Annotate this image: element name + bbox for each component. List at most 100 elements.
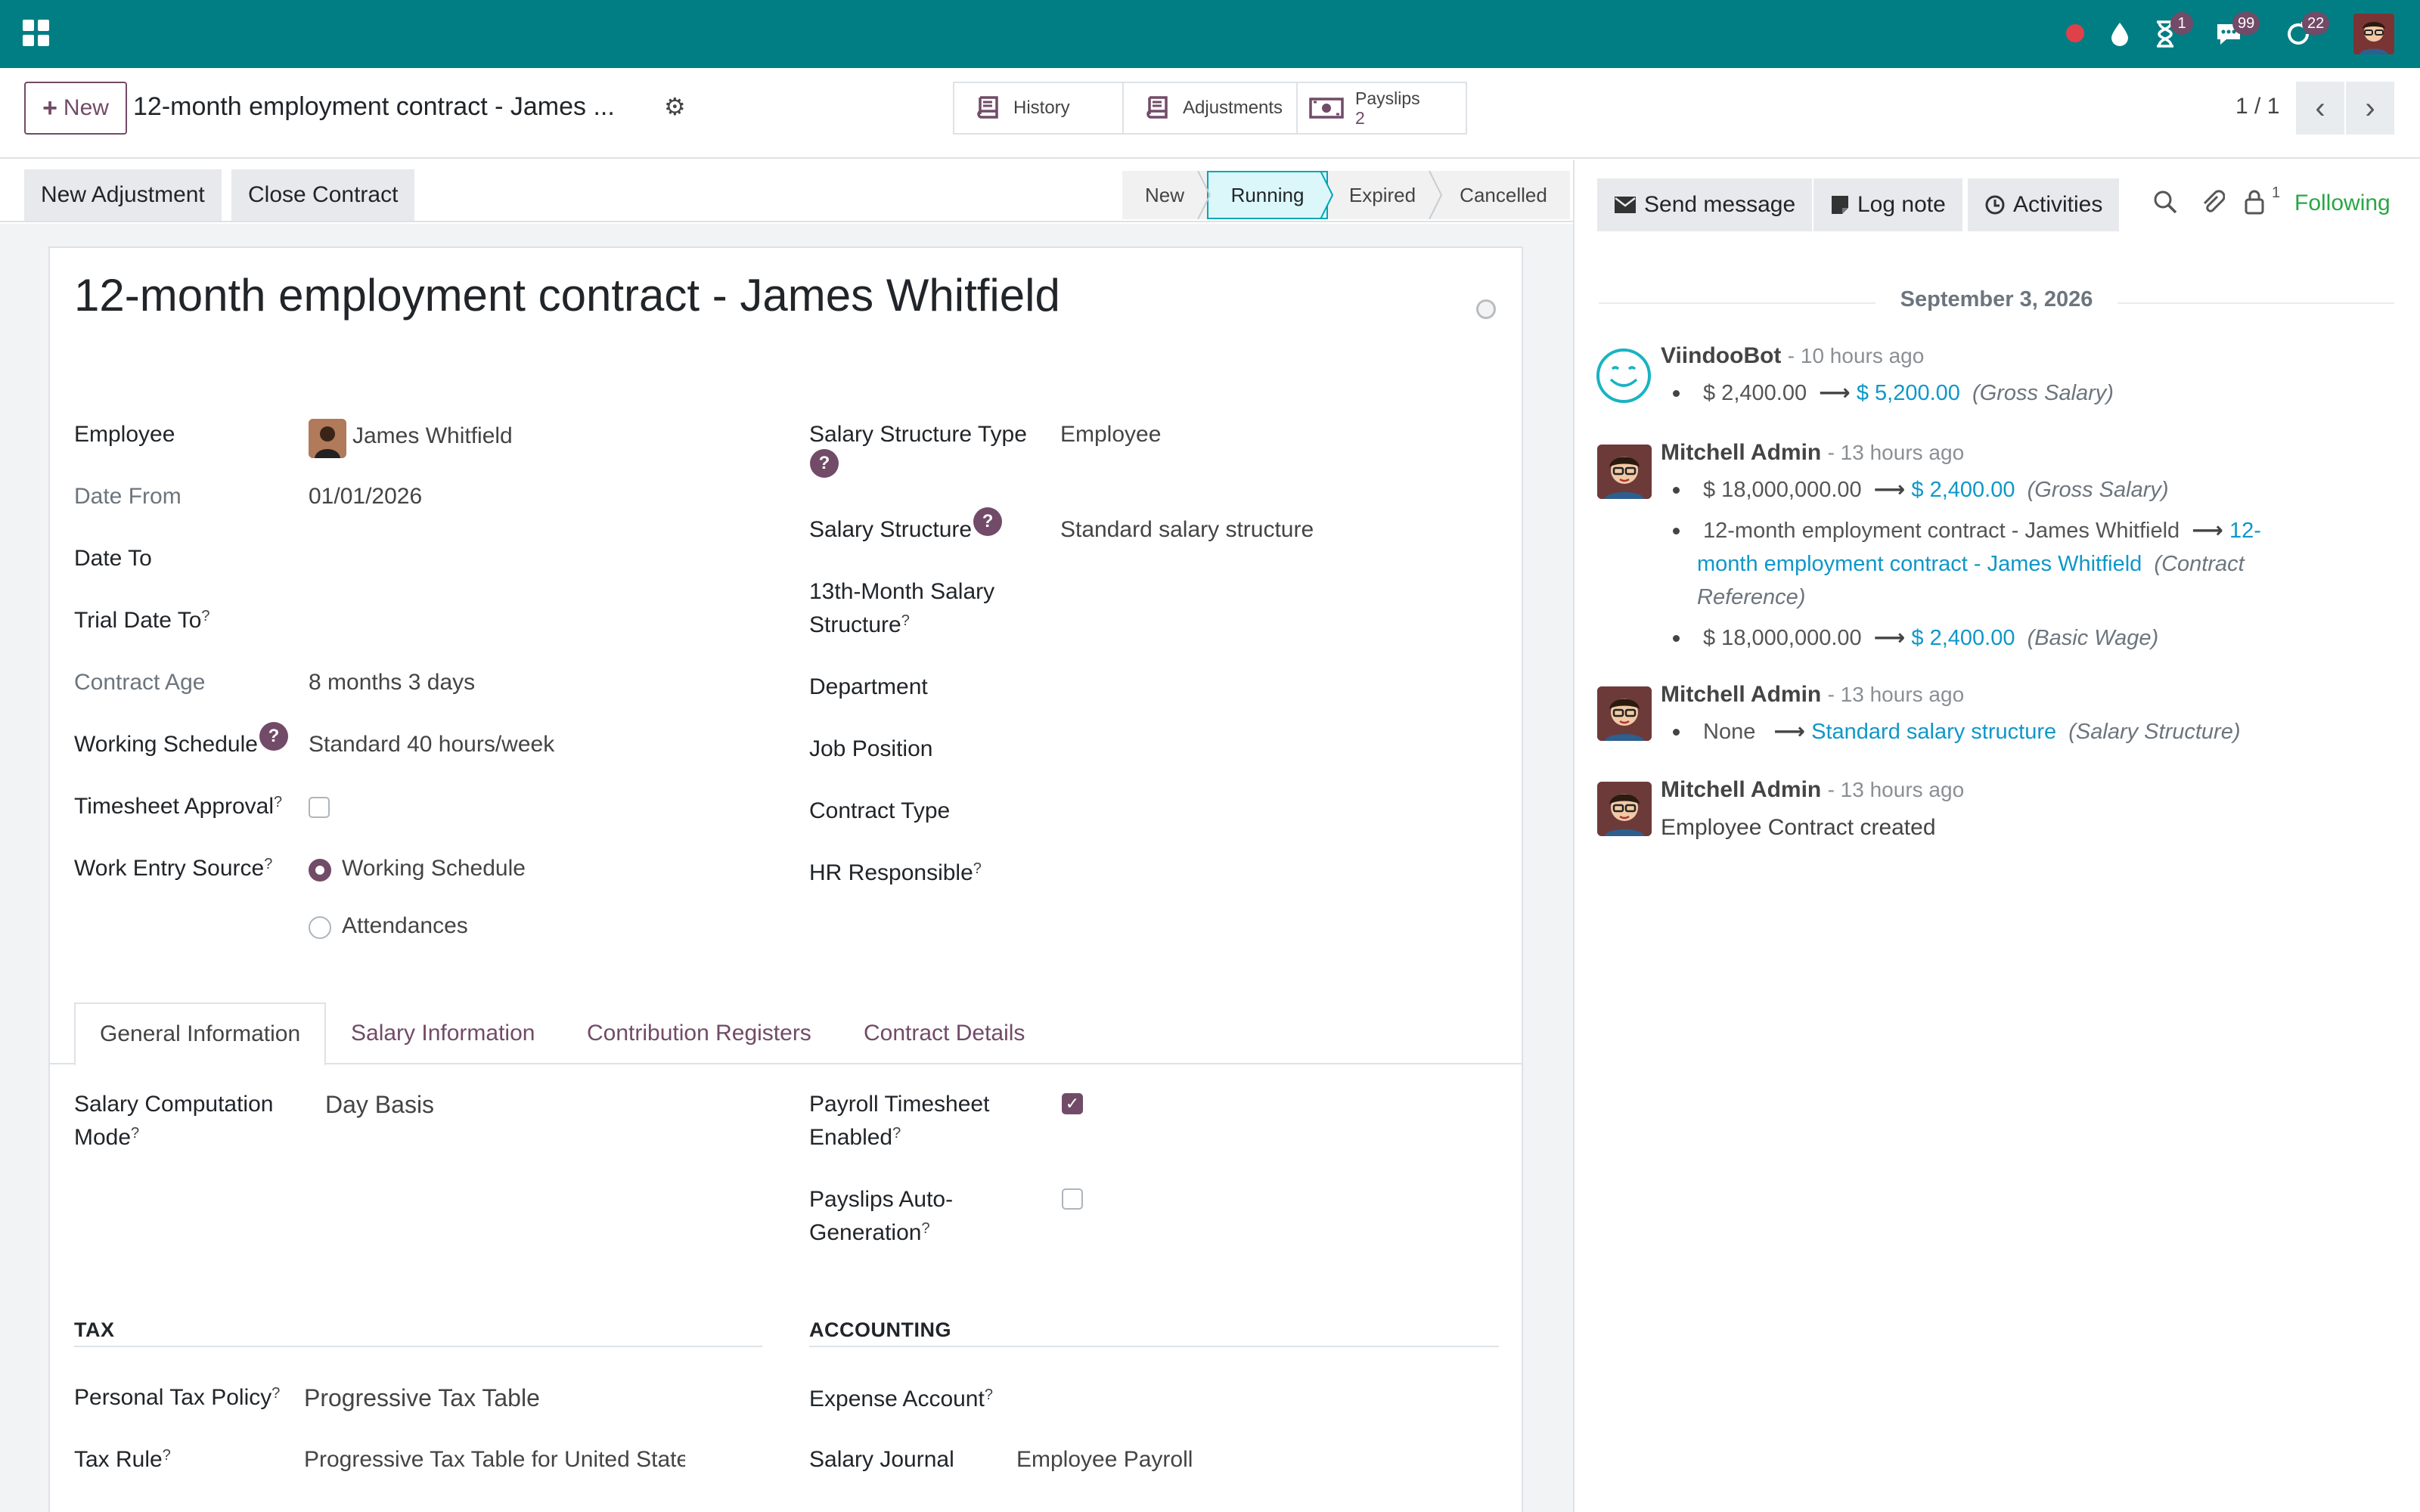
employee-label: Employee xyxy=(74,422,175,447)
recording-icon[interactable] xyxy=(2066,24,2084,42)
author-avatar xyxy=(1597,782,1652,836)
date-to-label: Date To xyxy=(74,546,152,571)
tracking-change: 12-month employment contract - James Whi… xyxy=(1703,519,2261,543)
activity-clock-icon[interactable]: 1 xyxy=(2148,12,2193,51)
money-icon xyxy=(1308,94,1345,122)
accounting-section-divider xyxy=(809,1346,1499,1347)
tab-contract-details[interactable]: Contract Details xyxy=(839,1002,1049,1064)
user-avatar[interactable] xyxy=(2353,14,2394,54)
apps-menu-icon[interactable] xyxy=(23,20,50,47)
working-schedule-option[interactable]: Working Schedule xyxy=(342,852,526,885)
activities-button[interactable]: Activities xyxy=(1968,178,2120,231)
salary-structure-type-label: Salary Structure Type xyxy=(809,422,1027,447)
help-icon[interactable]: ? xyxy=(973,507,1003,536)
updates-icon[interactable]: 22 xyxy=(2281,12,2330,51)
job-position-label: Job Position xyxy=(809,736,933,761)
timesheet-approval-label: Timesheet Approval? xyxy=(74,794,283,819)
updates-badge: 22 xyxy=(2302,12,2330,35)
new-adjustment-button[interactable]: New Adjustment xyxy=(24,169,222,221)
salary-journal-label: Salary Journal xyxy=(809,1447,954,1472)
stage-arrows xyxy=(1197,171,1443,219)
message-author[interactable]: Mitchell Admin - 13 hours ago xyxy=(1661,440,1964,466)
salary-structure-value[interactable]: Standard salary structure xyxy=(1060,513,1314,547)
tracking-change: None ⟶ Standard salary structure (Salary… xyxy=(1703,720,2241,744)
contract-age-value: 8 months 3 days xyxy=(309,670,476,695)
tracking-change: $ 18,000,000.00 ⟶ $ 2,400.00 (Gross Sala… xyxy=(1703,478,2169,502)
arrow-right-icon: ⟶ xyxy=(1873,626,1906,650)
drop-icon[interactable] xyxy=(2102,17,2137,51)
date-from-value[interactable]: 01/01/2026 xyxy=(309,480,422,513)
send-message-button[interactable]: Send message xyxy=(1597,178,1813,231)
tab-salary-information[interactable]: Salary Information xyxy=(327,1002,559,1064)
tax-rule-value[interactable]: Progressive Tax Table for United State xyxy=(304,1443,685,1476)
pager-next-button[interactable]: › xyxy=(2346,82,2394,135)
attendances-option[interactable]: Attendances xyxy=(342,909,468,943)
payslips-auto-generation-label: Payslips Auto- Generation? xyxy=(809,1187,954,1245)
clock-icon xyxy=(1985,195,2005,215)
timesheet-approval-checkbox[interactable] xyxy=(309,797,330,818)
adjustments-label: Adjustments xyxy=(1183,98,1283,118)
search-icon[interactable] xyxy=(2152,189,2178,222)
following-button[interactable]: Following xyxy=(2294,191,2391,216)
tracking-change: $ 18,000,000.00 ⟶ $ 2,400.00 (Basic Wage… xyxy=(1703,626,2159,650)
working-schedule-radio[interactable] xyxy=(309,859,331,881)
attendances-radio[interactable] xyxy=(309,916,331,939)
contract-title[interactable]: 12-month employment contract - James Whi… xyxy=(74,269,1060,321)
salary-computation-mode-label: Salary Computation Mode? xyxy=(74,1092,274,1150)
author-avatar xyxy=(1597,445,1652,499)
payslips-count: 2 xyxy=(1355,108,1365,128)
date-to-input[interactable] xyxy=(309,538,732,576)
gear-icon[interactable]: ⚙ xyxy=(664,92,686,121)
message-author[interactable]: Mitchell Admin - 13 hours ago xyxy=(1661,777,1964,803)
history-button[interactable]: History xyxy=(953,82,1124,135)
messages-icon[interactable]: 99 xyxy=(2211,12,2260,51)
accounting-section-title: ACCOUNTING xyxy=(809,1318,951,1341)
salary-journal-value[interactable]: Employee Payroll xyxy=(1016,1443,1193,1476)
message-body: Employee Contract created xyxy=(1661,815,1936,840)
note-icon xyxy=(1832,196,1848,214)
tracking-change-cont: Reference) xyxy=(1697,585,1806,609)
tax-section-divider xyxy=(74,1346,762,1347)
paperclip-icon[interactable] xyxy=(2199,189,2226,222)
help-icon[interactable]: ? xyxy=(810,449,839,478)
payroll-timesheet-checkbox[interactable]: ✓ xyxy=(1062,1093,1083,1114)
message-author[interactable]: ViindooBot - 10 hours ago xyxy=(1661,343,1924,369)
thirteenth-month-input[interactable] xyxy=(1060,575,1484,612)
payslips-button[interactable]: Payslips 2 xyxy=(1296,82,1467,135)
activities-label: Activities xyxy=(2013,192,2103,217)
expense-account-input[interactable] xyxy=(1016,1379,1470,1417)
tracking-change: $ 2,400.00 ⟶ $ 5,200.00 (Gross Salary) xyxy=(1703,381,2114,405)
pager-value[interactable]: 1 / 1 xyxy=(2235,94,2279,119)
payroll-timesheet-label: Payroll Timesheet Enabled? xyxy=(809,1092,990,1150)
help-icon[interactable]: ? xyxy=(259,722,288,751)
followers-lock-icon[interactable] xyxy=(2243,189,2266,222)
arrow-right-icon: ⟶ xyxy=(1873,478,1906,502)
thirteenth-month-label: 13th-Month Salary Structure? xyxy=(809,579,995,637)
salary-computation-mode-value[interactable]: Day Basis xyxy=(325,1088,434,1121)
new-button[interactable]: + New xyxy=(24,82,127,135)
arrow-right-icon: ⟶ xyxy=(2192,519,2223,543)
status-dot-icon[interactable] xyxy=(1476,299,1496,319)
job-position-input[interactable] xyxy=(1060,729,1484,767)
contract-age-label: Contract Age xyxy=(74,670,206,695)
tab-contribution-registers[interactable]: Contribution Registers xyxy=(563,1002,836,1064)
adjustments-button[interactable]: Adjustments xyxy=(1122,82,1298,135)
message-author[interactable]: Mitchell Admin - 13 hours ago xyxy=(1661,682,1964,708)
log-note-button[interactable]: Log note xyxy=(1813,178,1962,231)
pager-previous-button[interactable]: ‹ xyxy=(2296,82,2344,135)
employee-value[interactable]: James Whitfield xyxy=(352,420,513,453)
contract-type-label: Contract Type xyxy=(809,798,951,823)
tab-general-information[interactable]: General Information xyxy=(74,1002,327,1066)
working-schedule-value[interactable]: Standard 40 hours/week xyxy=(309,728,554,761)
salary-structure-type-value[interactable]: Employee xyxy=(1060,418,1161,451)
payslips-auto-generation-checkbox[interactable] xyxy=(1062,1188,1083,1210)
employee-avatar xyxy=(309,419,346,458)
hr-responsible-input[interactable] xyxy=(1060,853,1484,891)
trial-date-to-input[interactable] xyxy=(309,600,732,638)
department-input[interactable] xyxy=(1060,667,1484,705)
history-label: History xyxy=(1013,98,1070,118)
arrow-right-icon: ⟶ xyxy=(1773,720,1806,744)
close-contract-button[interactable]: Close Contract xyxy=(231,169,415,221)
contract-type-input[interactable] xyxy=(1060,791,1484,829)
personal-tax-policy-value[interactable]: Progressive Tax Table xyxy=(304,1381,540,1414)
